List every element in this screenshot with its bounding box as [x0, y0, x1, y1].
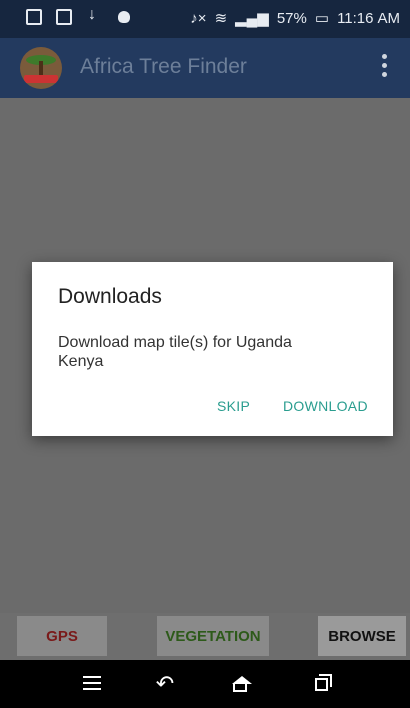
clock-ampm: AM — [377, 9, 401, 27]
status-notification-icons — [26, 6, 132, 25]
battery-percent: 57% — [276, 9, 307, 27]
screen-mirror-icon — [26, 9, 42, 25]
menu-icon[interactable] — [80, 672, 104, 696]
recent-apps-icon[interactable] — [310, 672, 334, 696]
signal-icon: ▂▄▆ — [235, 10, 269, 27]
gps-button[interactable]: GPS — [17, 616, 107, 656]
android-debug-icon — [116, 9, 132, 25]
clock-time: 11:16 — [337, 9, 374, 27]
status-bar: ♪× ≋ ▂▄▆ 57% ▭ 11:16 AM — [0, 0, 410, 38]
app-logo-icon — [20, 47, 62, 89]
app-title: Africa Tree Finder — [80, 55, 247, 78]
vegetation-button[interactable]: VEGETATION — [157, 616, 269, 656]
system-nav-bar: ↶ — [0, 660, 410, 708]
back-icon[interactable]: ↶ — [153, 672, 177, 696]
app-bar: Africa Tree Finder — [0, 38, 410, 98]
download-button[interactable]: DOWNLOAD — [283, 398, 368, 414]
home-icon[interactable] — [230, 672, 254, 696]
battery-icon: ▭ — [314, 10, 330, 27]
skip-button[interactable]: SKIP — [217, 398, 250, 414]
dialog-title: Downloads — [58, 285, 162, 308]
dialog-message: Download map tile(s) for Uganda Kenya — [58, 334, 292, 370]
code-icon — [56, 9, 72, 25]
downloads-dialog: Downloads Download map tile(s) for Ugand… — [32, 262, 393, 436]
browse-button[interactable]: BROWSE — [318, 616, 406, 656]
wifi-icon: ≋ — [214, 10, 228, 27]
mute-icon: ♪× — [190, 9, 207, 27]
status-system-icons: ♪× ≋ ▂▄▆ 57% ▭ 11:16 AM — [190, 9, 401, 28]
bottom-toolbar: GPS VEGETATION BROWSE — [0, 613, 410, 660]
overflow-menu-icon[interactable] — [382, 54, 388, 80]
usb-icon — [86, 6, 102, 25]
